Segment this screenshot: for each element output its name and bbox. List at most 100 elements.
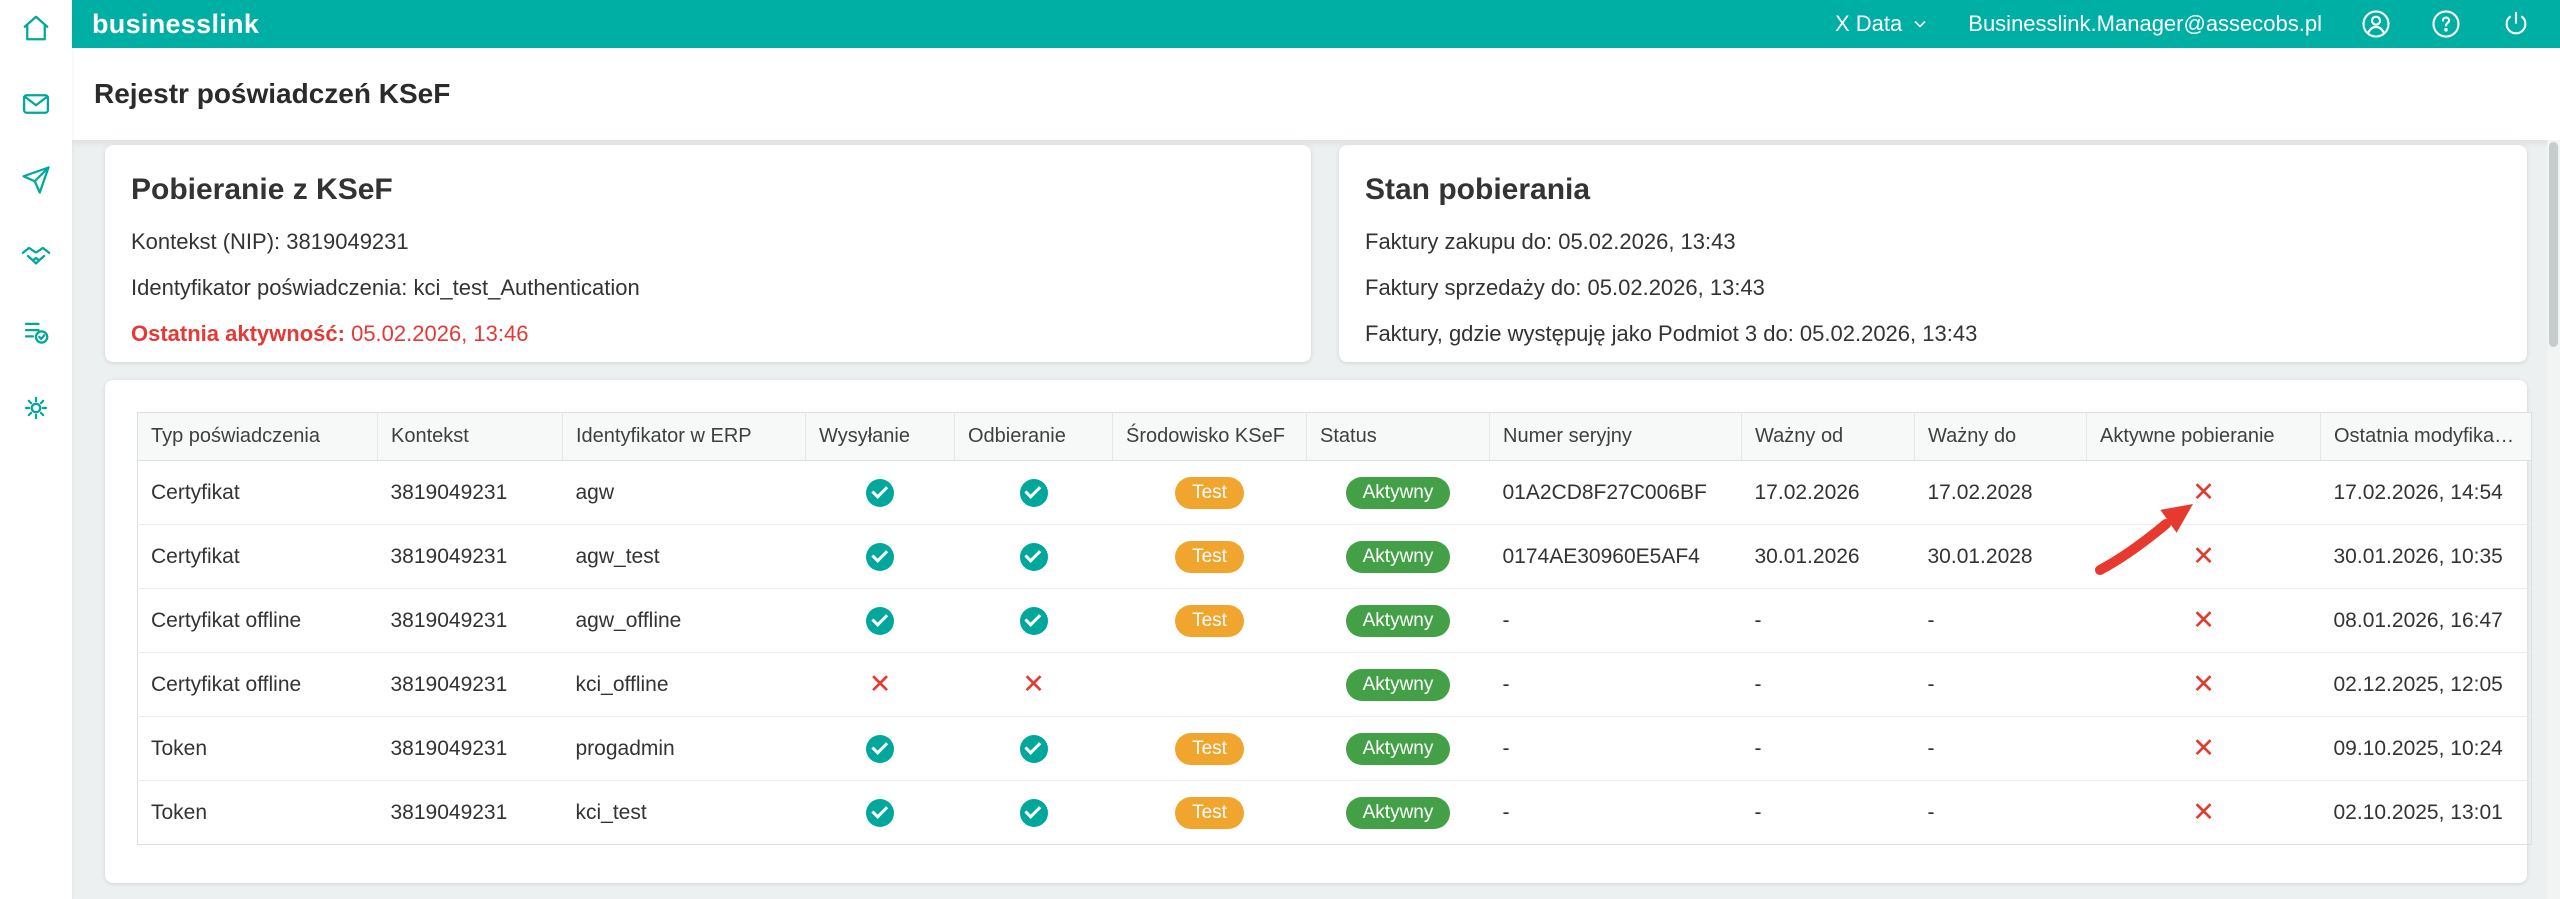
cell-wysylanie [805, 716, 955, 781]
cell-kontekst: 3819049231 [377, 588, 563, 653]
cell-kontekst: 3819049231 [377, 716, 563, 781]
column-header: Kontekst [377, 412, 563, 461]
column-header: Identyfikator w ERP [562, 412, 806, 461]
cell-id_erp: agw [562, 460, 806, 525]
tasks-icon [24, 322, 49, 344]
cell-status: Aktywny [1306, 652, 1490, 717]
sidebar-item-partners[interactable] [20, 240, 52, 272]
cell-wazny_od: 30.01.2026 [1741, 524, 1915, 589]
check-icon [1019, 734, 1048, 763]
cell-typ: Certyfikat offline [137, 652, 378, 717]
cell-wazny_od: - [1741, 588, 1915, 653]
user-email[interactable]: Businesslink.Manager@assecobs.pl [1968, 11, 2322, 37]
environment-badge: Test [1175, 476, 1244, 509]
table-row[interactable]: Token 3819049231 kci_test Test Aktywny - - - ✕ 02… [138, 781, 2532, 845]
inbox-icon [23, 94, 49, 114]
tenant-dropdown[interactable]: X Data [1835, 11, 1930, 37]
cell-aktywne: ✕ [2086, 588, 2321, 653]
kontekst-line: Kontekst (NIP): 3819049231 [131, 229, 1285, 255]
table-row[interactable]: Token 3819049231 progadmin Test Aktywny - - - ✕ 0… [137, 716, 2532, 781]
cell-odbieranie [955, 781, 1113, 845]
cell-odbieranie [954, 588, 1113, 653]
check-icon [866, 542, 894, 571]
title-bar: Rejestr poświadczeń KSeF [72, 48, 2560, 140]
column-header: Wysyłanie [805, 412, 955, 461]
cell-wazny_do: - [1914, 588, 2087, 653]
cell-typ: Certyfikat [137, 460, 378, 525]
top-bar: businesslink X Data Businesslink.Manager… [72, 0, 2560, 48]
cell-odbieranie: ✕ [954, 652, 1113, 717]
cell-status: Aktywny [1306, 588, 1490, 653]
status-badge: Aktywny [1345, 732, 1451, 765]
cell-wysylanie: ✕ [805, 652, 955, 717]
environment-badge: Test [1175, 732, 1244, 765]
cell-numer: 0174AE30960E5AF4 [1489, 524, 1742, 589]
cell-aktywne: ✕ [2086, 652, 2321, 717]
cell-modyfikacja: 09.10.2025, 10:24 [2320, 716, 2532, 781]
cell-modyfikacja: 02.12.2025, 12:05 [2320, 652, 2532, 717]
cell-typ: Certyfikat offline [137, 588, 378, 653]
help-icon [2432, 10, 2460, 38]
table-row[interactable]: Certyfikat offline 3819049231 agw_offline T… [137, 588, 2532, 653]
check-icon [866, 478, 894, 507]
status-badge: Aktywny [1345, 668, 1451, 701]
cell-wazny_od: 17.02.2026 [1741, 460, 1915, 525]
table-row[interactable]: Certyfikat offline 3819049231 kci_offline ✕… [137, 652, 2532, 717]
check-icon [1019, 606, 1048, 635]
card-title: Pobieranie z KSeF [131, 173, 393, 206]
sidebar-item-inbox[interactable] [20, 88, 52, 120]
cell-modyfikacja: 08.01.2026, 16:47 [2320, 588, 2532, 653]
cell-status: Aktywny [1306, 524, 1490, 589]
cell-wazny_od: - [1754, 800, 1762, 824]
cell-numer: - [1489, 716, 1742, 781]
environment-badge: Test [1175, 604, 1244, 637]
cross-icon: ✕ [1022, 669, 1045, 699]
card-title: Stan pobierania [1365, 173, 1591, 206]
cell-id_erp: agw_test [562, 524, 806, 589]
cell-kontekst: 3819049231 [377, 460, 563, 525]
status-badge: Aktywny [1345, 604, 1451, 637]
scrollbar-thumb[interactable] [2549, 142, 2558, 347]
help-button[interactable] [2430, 8, 2462, 40]
column-header: Typ poświadczenia [137, 412, 378, 461]
cross-icon: ✕ [2192, 669, 2215, 699]
cell-kontekst: 3819049231 [377, 524, 563, 589]
sidebar [0, 0, 72, 899]
cell-numer: - [1502, 800, 1510, 824]
column-header: Status [1306, 412, 1490, 461]
cell-numer: - [1489, 652, 1742, 717]
power-icon [2505, 11, 2527, 35]
column-header: Ważny do [1914, 412, 2087, 461]
identyfikator-label: Identyfikator poświadczenia: [131, 275, 408, 300]
ostatnia-aktywnosc-line: Ostatnia aktywność: 05.02.2026, 13:46 [131, 321, 1285, 347]
cell-typ: Token [137, 716, 378, 781]
tenant-label: X Data [1835, 11, 1903, 36]
cell-wazny_od: - [1741, 716, 1915, 781]
cell-odbieranie [954, 460, 1113, 525]
check-icon [1019, 478, 1048, 507]
cell-odbieranie [954, 524, 1113, 589]
account-button[interactable] [2360, 8, 2392, 40]
cell-wazny_do: - [1914, 652, 2087, 717]
card-stan-pobierania: Stan pobierania Faktury zakupu do: 05.02… [1339, 145, 2527, 362]
cell-wazny_do: 30.01.2028 [1914, 524, 2087, 589]
cell-wysylanie [805, 460, 955, 525]
cell-srodowisko: Test [1112, 524, 1307, 589]
column-header: Środowisko KSeF [1112, 412, 1307, 461]
cross-icon: ✕ [2192, 733, 2215, 763]
cell-modyfikacja: 02.10.2025, 13:01 [2333, 800, 2503, 824]
column-header: Ważny od [1741, 412, 1915, 461]
cell-wazny_do: - [1927, 800, 1935, 824]
column-header: Aktywne pobieranie [2086, 412, 2321, 461]
logout-button[interactable] [2500, 8, 2532, 40]
cell-id_erp: kci_test [575, 800, 647, 824]
status-badge: Aktywny [1345, 540, 1451, 573]
sidebar-item-settings[interactable] [20, 392, 52, 424]
vertical-scrollbar[interactable] [2547, 140, 2560, 899]
sidebar-item-send[interactable] [20, 164, 52, 196]
cell-srodowisko [1112, 652, 1307, 717]
cell-wazny_do: - [1914, 716, 2087, 781]
check-icon [1019, 798, 1048, 827]
sidebar-item-tasks[interactable] [20, 316, 52, 348]
sidebar-item-home[interactable] [20, 12, 52, 44]
